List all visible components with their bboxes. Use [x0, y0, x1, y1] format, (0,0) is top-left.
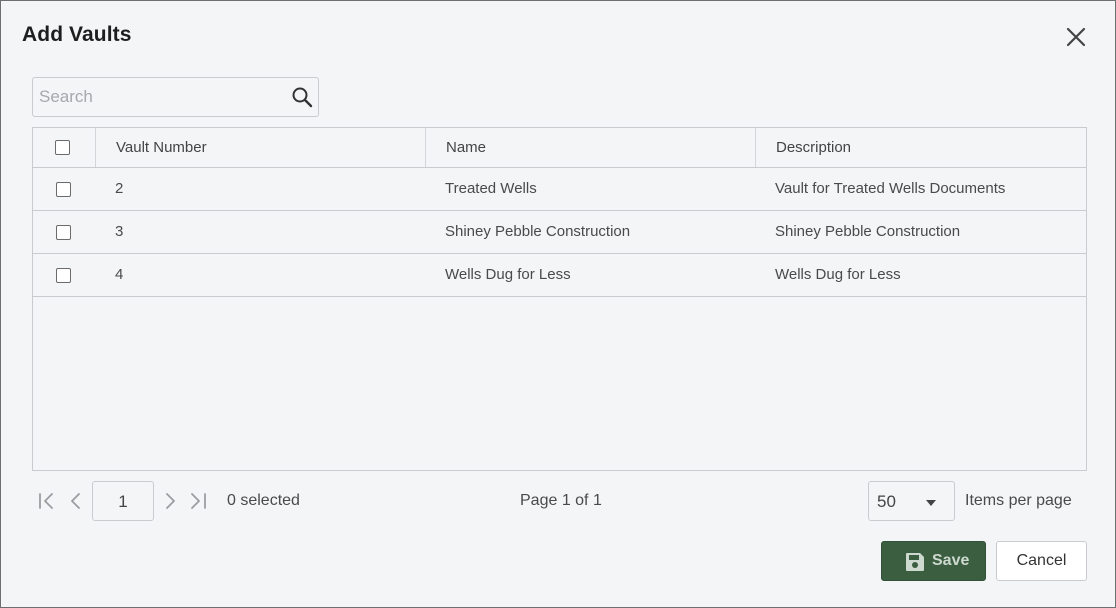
page-info: Page 1 of 1	[520, 492, 602, 509]
row-checkbox[interactable]	[56, 182, 71, 197]
current-page-input[interactable]: 1	[92, 481, 154, 521]
name-cell: Wells Dug for Less	[445, 266, 571, 283]
vault-number-cell: 2	[115, 180, 124, 197]
pager: 1 0 selected Page 1 of 1 50 Items per pa…	[32, 481, 1087, 521]
select-all-checkbox[interactable]	[55, 140, 70, 155]
selected-count: 0 selected	[227, 492, 300, 509]
column-header-description[interactable]: Description	[755, 128, 1086, 167]
description-cell: Vault for Treated Wells Documents	[775, 180, 1006, 197]
column-header-vault-number[interactable]: Vault Number	[95, 128, 425, 167]
vaults-table: Vault Number Name Description 2 Treated …	[32, 127, 1087, 471]
first-page-icon[interactable]	[37, 491, 57, 511]
search-input[interactable]	[39, 86, 279, 108]
cancel-button[interactable]: Cancel	[996, 541, 1087, 581]
description-cell: Shiney Pebble Construction	[775, 223, 961, 240]
name-cell: Shiney Pebble Construction	[445, 223, 631, 240]
items-per-page-value: 50	[877, 492, 896, 511]
column-header-name[interactable]: Name	[425, 128, 755, 167]
prev-page-icon[interactable]	[66, 491, 86, 511]
table-header: Vault Number Name Description	[33, 128, 1086, 168]
select-all-cell	[33, 128, 95, 167]
add-vaults-dialog: Add Vaults Vault Number Name Description…	[0, 0, 1116, 608]
row-checkbox[interactable]	[56, 225, 71, 240]
search-icon[interactable]	[291, 86, 313, 108]
vault-number-cell: 3	[115, 223, 124, 240]
items-per-page-label: Items per page	[965, 492, 1072, 509]
dialog-title: Add Vaults	[22, 23, 132, 46]
last-page-icon[interactable]	[188, 491, 208, 511]
chevron-down-icon	[926, 500, 936, 506]
save-button[interactable]: Save	[881, 541, 986, 581]
vault-number-cell: 4	[115, 266, 124, 283]
table-row[interactable]: 3 Shiney Pebble Construction Shiney Pebb…	[33, 211, 1086, 254]
next-page-icon[interactable]	[160, 491, 180, 511]
description-cell: Wells Dug for Less	[775, 266, 901, 283]
close-icon	[1066, 27, 1086, 47]
row-checkbox[interactable]	[56, 268, 71, 283]
save-icon	[906, 553, 924, 571]
close-button[interactable]	[1063, 24, 1089, 50]
table-row[interactable]: 4 Wells Dug for Less Wells Dug for Less	[33, 254, 1086, 297]
save-label: Save	[932, 552, 970, 569]
name-cell: Treated Wells	[445, 180, 537, 197]
search-box	[32, 77, 319, 117]
items-per-page-select[interactable]: 50	[868, 481, 955, 521]
table-row[interactable]: 2 Treated Wells Vault for Treated Wells …	[33, 168, 1086, 211]
